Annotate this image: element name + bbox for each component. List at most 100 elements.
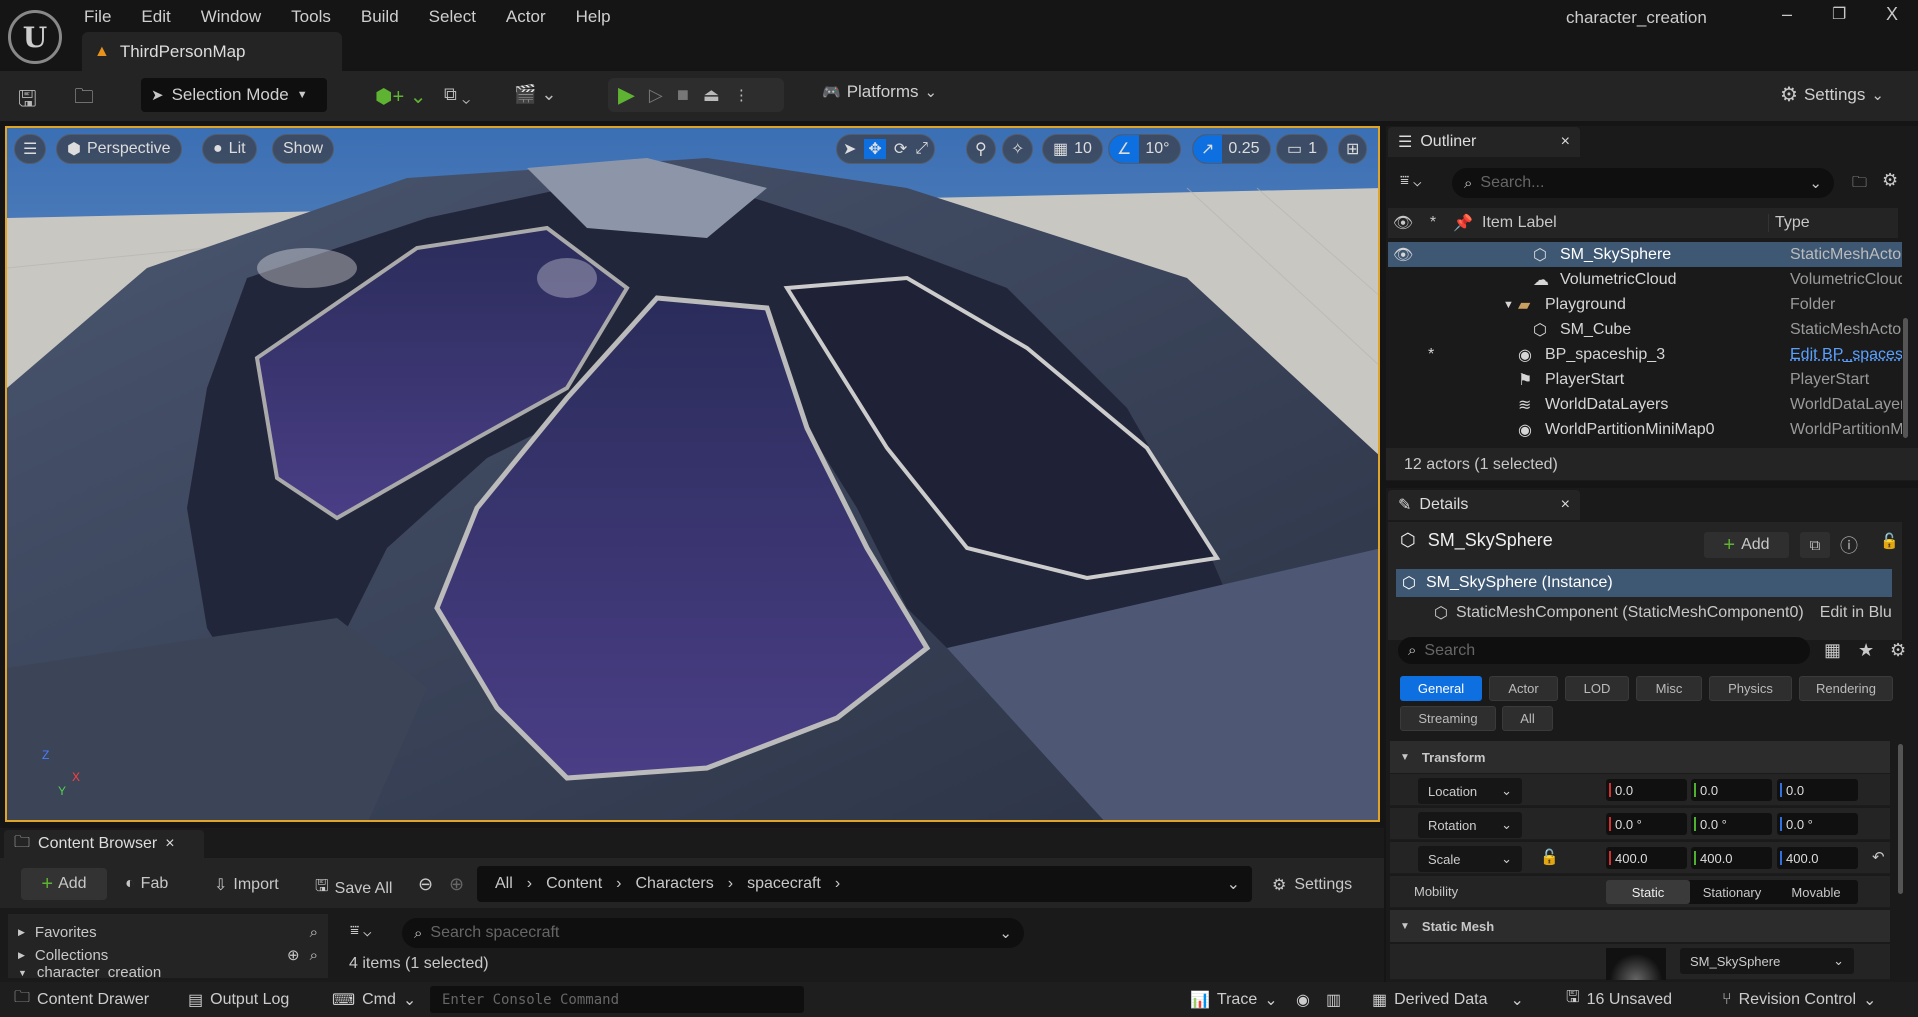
static-mesh-section-header[interactable]: ▼ Static Mesh bbox=[1390, 910, 1890, 942]
outliner-tab[interactable]: ☰ Outliner × bbox=[1388, 127, 1580, 157]
location-x-field[interactable]: 0.0 bbox=[1606, 779, 1687, 801]
add-folder-icon[interactable]: 🗀 bbox=[1852, 172, 1867, 197]
forward-icon[interactable]: ⊕ bbox=[449, 874, 464, 895]
category-misc[interactable]: Misc bbox=[1636, 676, 1702, 701]
location-dropdown[interactable]: Location ⌄ bbox=[1418, 778, 1522, 804]
step-icon[interactable]: ▷ bbox=[649, 85, 663, 106]
rotation-dropdown[interactable]: Rotation ⌄ bbox=[1418, 812, 1522, 838]
outliner-settings-icon[interactable]: ⚙ bbox=[1882, 170, 1898, 191]
content-add-button[interactable]: + Add bbox=[21, 868, 107, 900]
scale-snap-button[interactable]: ↗ 0.25 bbox=[1192, 134, 1271, 164]
outliner-row[interactable]: ◉ WorldPartitionMiniMap0 WorldPartitionMin… bbox=[1388, 417, 1902, 442]
content-settings-button[interactable]: ⚙ Settings bbox=[1272, 875, 1352, 895]
outliner-row[interactable]: ⬡ SM_Cube StaticMeshActor bbox=[1388, 317, 1902, 342]
restore-button[interactable]: ❐ bbox=[1832, 4, 1846, 24]
world-local-button[interactable]: ✧ bbox=[1002, 134, 1034, 164]
camera-speed-button[interactable]: ▭ 1 bbox=[1276, 134, 1329, 164]
category-general[interactable]: General bbox=[1400, 676, 1482, 701]
scale-tool-icon[interactable]: ⤢ bbox=[915, 140, 928, 158]
add-collection-icon[interactable]: ⊕ bbox=[287, 946, 300, 964]
rotate-tool-icon[interactable]: ⟳ bbox=[894, 139, 907, 159]
edit-in-blueprint-link[interactable]: Edit in Blueprint bbox=[1820, 604, 1892, 622]
settings-button[interactable]: ⚙ Settings ⌄ bbox=[1780, 82, 1884, 107]
browse-icon[interactable]: 🗀 bbox=[74, 82, 94, 116]
category-all[interactable]: All bbox=[1502, 706, 1553, 731]
output-log-button[interactable]: ▤ Output Log bbox=[188, 982, 289, 1017]
breadcrumb-all[interactable]: All bbox=[495, 875, 513, 893]
trace-button[interactable]: 📊 Trace ⌄ bbox=[1190, 982, 1278, 1017]
eye-icon[interactable]: 👁 bbox=[1393, 245, 1413, 265]
details-scrollbar[interactable] bbox=[1898, 744, 1903, 894]
fab-button[interactable]: ◐ Fab bbox=[125, 875, 168, 893]
stop-icon[interactable]: ■ bbox=[677, 84, 689, 107]
lit-button[interactable]: ● Lit bbox=[202, 134, 257, 164]
content-search-input[interactable]: ⌕ Search spacecraft ⌄ bbox=[402, 918, 1024, 948]
minimize-button[interactable]: – bbox=[1782, 4, 1792, 25]
rotation-snap-button[interactable]: ∠ 10° bbox=[1108, 134, 1181, 164]
category-streaming[interactable]: Streaming bbox=[1400, 706, 1496, 731]
map-tab[interactable]: ▲ ThirdPersonMap bbox=[82, 32, 342, 72]
scale-lock-icon[interactable]: 🔓 bbox=[1540, 848, 1559, 866]
show-button[interactable]: Show bbox=[272, 134, 335, 164]
category-rendering[interactable]: Rendering bbox=[1799, 676, 1893, 701]
surface-snap-button[interactable]: ⚲ bbox=[966, 134, 996, 164]
static-mesh-dropdown[interactable]: SM_SkySphere ⌄ bbox=[1680, 948, 1854, 974]
select-tool-icon[interactable]: ➤ bbox=[843, 139, 856, 159]
breadcrumb-content[interactable]: Content bbox=[546, 875, 602, 893]
move-tool-icon[interactable]: ✥ bbox=[864, 139, 886, 159]
unsaved-button[interactable]: 🖫 16 Unsaved bbox=[1566, 982, 1672, 1017]
play-icon[interactable]: ▶ bbox=[618, 82, 635, 108]
cmd-dropdown[interactable]: ⌨ Cmd ⌄ bbox=[332, 982, 416, 1017]
scale-x-field[interactable]: 400.0 bbox=[1606, 847, 1687, 869]
project-folder[interactable]: ▼ character_creation bbox=[18, 964, 161, 978]
close-details-icon[interactable]: × bbox=[1561, 496, 1570, 514]
favorites-section[interactable]: ▶ Favorites ⌕ bbox=[18, 924, 318, 941]
category-actor[interactable]: Actor bbox=[1489, 676, 1558, 701]
back-icon[interactable]: ⊖ bbox=[418, 874, 433, 895]
perspective-button[interactable]: ⬢ Perspective bbox=[56, 134, 182, 164]
help-icon[interactable]: ⓘ bbox=[1840, 532, 1858, 558]
platforms-button[interactable]: 🎮 Platforms ⌄ bbox=[822, 82, 937, 102]
outliner-row[interactable]: ▼ ▰ Playground Folder bbox=[1388, 292, 1902, 317]
save-icon[interactable]: 🖫 bbox=[18, 82, 37, 120]
menu-actor[interactable]: Actor bbox=[506, 7, 546, 27]
trace-record-icon[interactable]: ◉ bbox=[1296, 982, 1310, 1017]
transform-section-header[interactable]: ▼ Transform bbox=[1390, 741, 1890, 773]
outliner-row[interactable]: ≋ WorldDataLayers WorldDataLayers bbox=[1388, 392, 1902, 417]
content-filter-button[interactable]: ⩸ ⌄ bbox=[350, 922, 371, 939]
component-row[interactable]: ⬡ StaticMeshComponent (StaticMeshComponen… bbox=[1396, 600, 1892, 626]
history-dropdown-icon[interactable]: ⌄ bbox=[1227, 874, 1240, 894]
search-icon[interactable]: ⌕ bbox=[310, 924, 318, 941]
eject-icon[interactable]: ⏏ bbox=[703, 85, 720, 106]
item-label-header[interactable]: Item Label bbox=[1478, 214, 1768, 232]
layout-button[interactable]: ⊞ bbox=[1338, 134, 1368, 164]
lock-icon[interactable]: 🔓 bbox=[1880, 532, 1899, 550]
save-all-button[interactable]: 🖫 Save All bbox=[315, 875, 392, 902]
collection-search-icon[interactable]: ⌕ bbox=[310, 947, 318, 964]
blueprint-convert-icon[interactable]: ⧉ bbox=[1800, 532, 1830, 558]
menu-build[interactable]: Build bbox=[361, 7, 399, 27]
outliner-search-input[interactable]: ⌕ Search... ⌄ bbox=[1452, 168, 1834, 198]
menu-help[interactable]: Help bbox=[576, 7, 611, 27]
rotation-x-field[interactable]: 0.0 ° bbox=[1606, 813, 1687, 835]
scale-dropdown[interactable]: Scale ⌄ bbox=[1418, 846, 1522, 872]
breadcrumb-spacecraft[interactable]: spacecraft bbox=[747, 875, 821, 893]
content-drawer-button[interactable]: 🗀 Content Drawer bbox=[14, 982, 149, 1017]
import-button[interactable]: ⇩ Import bbox=[214, 875, 279, 895]
outliner-row[interactable]: ⚑ PlayerStart PlayerStart bbox=[1388, 367, 1902, 392]
rotation-z-field[interactable]: 0.0 ° bbox=[1777, 813, 1858, 835]
close-content-browser-icon[interactable]: × bbox=[165, 835, 174, 853]
unreal-logo[interactable]: U bbox=[8, 10, 62, 64]
collections-section[interactable]: ▶ Collections ⊕ ⌕ bbox=[18, 946, 318, 965]
property-matrix-icon[interactable]: ▦ bbox=[1824, 640, 1841, 661]
outliner-row[interactable]: * ◉ BP_spaceship_3 Edit BP_spaceship_3 bbox=[1388, 342, 1902, 367]
edit-blueprint-link[interactable]: Edit BP_spaceship_3 bbox=[1790, 346, 1902, 364]
category-lod[interactable]: LOD bbox=[1565, 676, 1629, 701]
visibility-column-icon[interactable]: 👁 bbox=[1388, 213, 1418, 233]
details-settings-icon[interactable]: ⚙ bbox=[1890, 640, 1906, 661]
scale-y-field[interactable]: 400.0 bbox=[1691, 847, 1772, 869]
more-icon[interactable]: ⋮ bbox=[734, 86, 749, 104]
grid-snap-button[interactable]: ▦ 10 bbox=[1042, 134, 1103, 164]
menu-tools[interactable]: Tools bbox=[291, 7, 331, 27]
scale-z-field[interactable]: 400.0 bbox=[1777, 847, 1858, 869]
